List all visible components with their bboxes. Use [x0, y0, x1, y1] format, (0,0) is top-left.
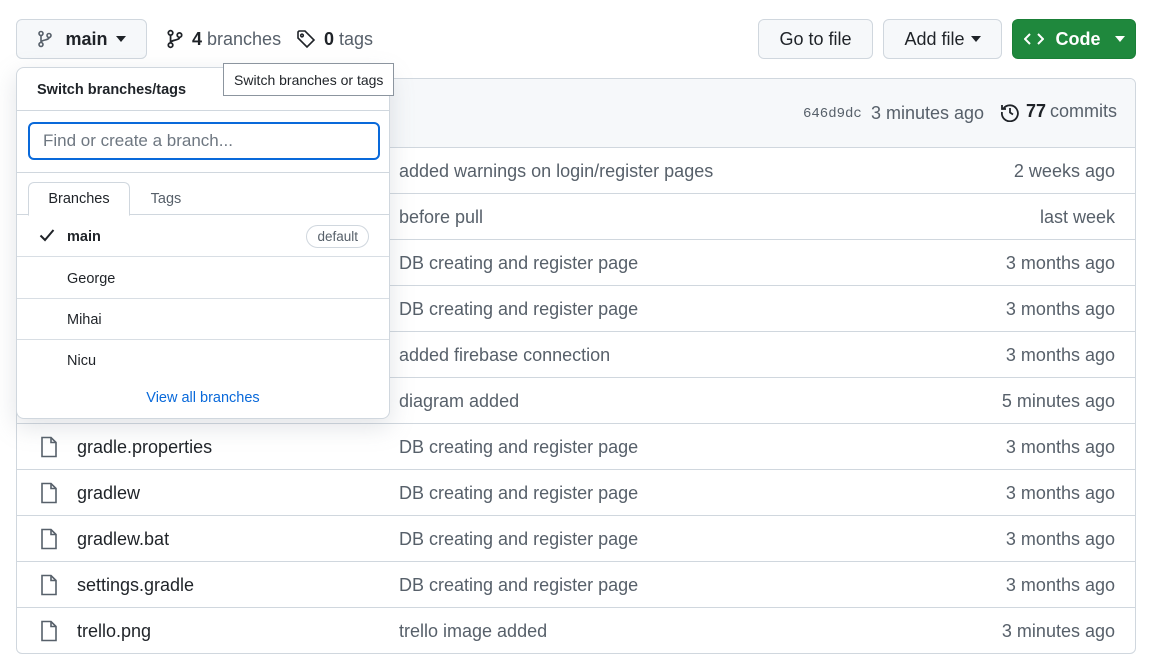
commit-message[interactable]: trello image added — [399, 621, 547, 642]
divider — [17, 256, 389, 257]
commits-link[interactable]: 77 commits — [1000, 101, 1117, 122]
history-icon — [1000, 102, 1020, 122]
file-icon — [39, 528, 59, 555]
commit-message[interactable]: DB creating and register page — [399, 529, 638, 550]
commit-message[interactable]: added firebase connection — [399, 345, 610, 366]
commit-message[interactable]: DB creating and register page — [399, 299, 638, 320]
commit-age: last week — [1039, 207, 1115, 227]
branch-item-label: George — [67, 271, 116, 287]
branch-item-label: Nicu — [67, 353, 97, 369]
branch-item-label: main — [67, 229, 101, 245]
commits-count: 77 — [1026, 101, 1047, 121]
commit-age: 3 months ago — [1005, 575, 1115, 595]
file-row[interactable]: trello.png trello image added 3 minutes ag… — [17, 608, 1135, 653]
tag-icon — [296, 29, 316, 49]
commit-message[interactable]: DB creating and register page — [399, 253, 638, 274]
branch-item-george[interactable]: George — [17, 258, 389, 299]
tags-count: 0 — [324, 28, 335, 49]
add-file-label: Add file — [904, 28, 965, 49]
commit-time: 3 minutes ago — [871, 103, 985, 123]
branch-search-input[interactable] — [28, 122, 380, 160]
commit-age: 5 minutes ago — [1001, 391, 1115, 411]
code-button[interactable]: Code — [1012, 19, 1136, 59]
commit-age: 3 minutes ago — [1001, 621, 1115, 641]
file-name[interactable]: gradlew.bat — [77, 529, 169, 550]
caret-down-icon — [970, 36, 981, 42]
tags-link[interactable]: 0 tags — [296, 19, 373, 59]
dropdown-tabs: Branches Tags — [17, 182, 389, 216]
commit-age: 3 months ago — [1005, 437, 1115, 457]
commit-message[interactable]: added warnings on login/register pages — [399, 161, 713, 182]
tags-label: tags — [339, 28, 374, 49]
tooltip: Switch branches or tags — [223, 63, 395, 96]
commit-age: 3 months ago — [1005, 529, 1115, 549]
branch-select-label: main — [65, 28, 108, 49]
tab-tags[interactable]: Tags — [135, 182, 197, 215]
go-to-file-label: Go to file — [779, 28, 852, 49]
branch-dropdown: Switch branches/tags Branches Tags main … — [16, 67, 390, 419]
go-to-file-button[interactable]: Go to file — [758, 19, 873, 59]
commits-label: commits — [1050, 101, 1118, 121]
branch-item-main[interactable]: main default — [17, 216, 389, 257]
commit-message[interactable]: DB creating and register page — [399, 437, 638, 458]
branches-link[interactable]: 4 branches — [166, 19, 281, 59]
tab-branches[interactable]: Branches — [28, 182, 130, 216]
commit-age: 3 months ago — [1005, 345, 1115, 365]
code-label: Code — [1055, 28, 1101, 49]
commit-message[interactable]: DB creating and register page — [399, 575, 638, 596]
git-branch-icon — [166, 29, 184, 49]
commit-age: 3 months ago — [1005, 483, 1115, 503]
branch-item-nicu[interactable]: Nicu — [17, 340, 389, 381]
file-icon — [39, 620, 59, 647]
commit-age: 3 months ago — [1005, 299, 1115, 319]
branch-item-label: Mihai — [67, 312, 102, 328]
divider — [17, 172, 389, 173]
branches-label: branches — [207, 28, 282, 49]
divider — [17, 110, 389, 111]
check-icon — [39, 228, 55, 246]
file-icon — [39, 482, 59, 509]
git-branch-icon — [37, 30, 53, 48]
commit-sha[interactable]: 646d9dc — [803, 106, 862, 122]
code-icon — [1023, 32, 1044, 46]
file-name[interactable]: trello.png — [77, 621, 151, 642]
file-name[interactable]: gradle.properties — [77, 437, 212, 458]
file-row[interactable]: gradle.properties DB creating and registe… — [17, 424, 1135, 470]
default-badge: default — [306, 225, 369, 248]
branches-count: 4 — [192, 28, 203, 49]
file-icon — [39, 436, 59, 463]
caret-down-icon — [1114, 36, 1125, 42]
commit-message[interactable]: DB creating and register page — [399, 483, 638, 504]
file-icon — [39, 574, 59, 601]
file-name[interactable]: settings.gradle — [77, 575, 194, 596]
branch-select-button[interactable]: main — [16, 19, 147, 59]
view-all-branches-link[interactable]: View all branches — [17, 390, 389, 406]
dropdown-title: Switch branches/tags — [37, 82, 187, 98]
commit-age: 3 months ago — [1005, 253, 1115, 273]
commit-message[interactable]: before pull — [399, 207, 483, 228]
file-row[interactable]: settings.gradle DB creating and register … — [17, 562, 1135, 608]
file-row[interactable]: gradlew.bat DB creating and register page… — [17, 516, 1135, 562]
file-name[interactable]: gradlew — [77, 483, 140, 504]
commit-age: 2 weeks ago — [1013, 161, 1115, 181]
file-row[interactable]: gradlew DB creating and register page 3 mo… — [17, 470, 1135, 516]
caret-down-icon — [115, 36, 126, 42]
add-file-button[interactable]: Add file — [883, 19, 1002, 59]
commit-message[interactable]: diagram added — [399, 391, 519, 412]
branch-item-mihai[interactable]: Mihai — [17, 299, 389, 340]
